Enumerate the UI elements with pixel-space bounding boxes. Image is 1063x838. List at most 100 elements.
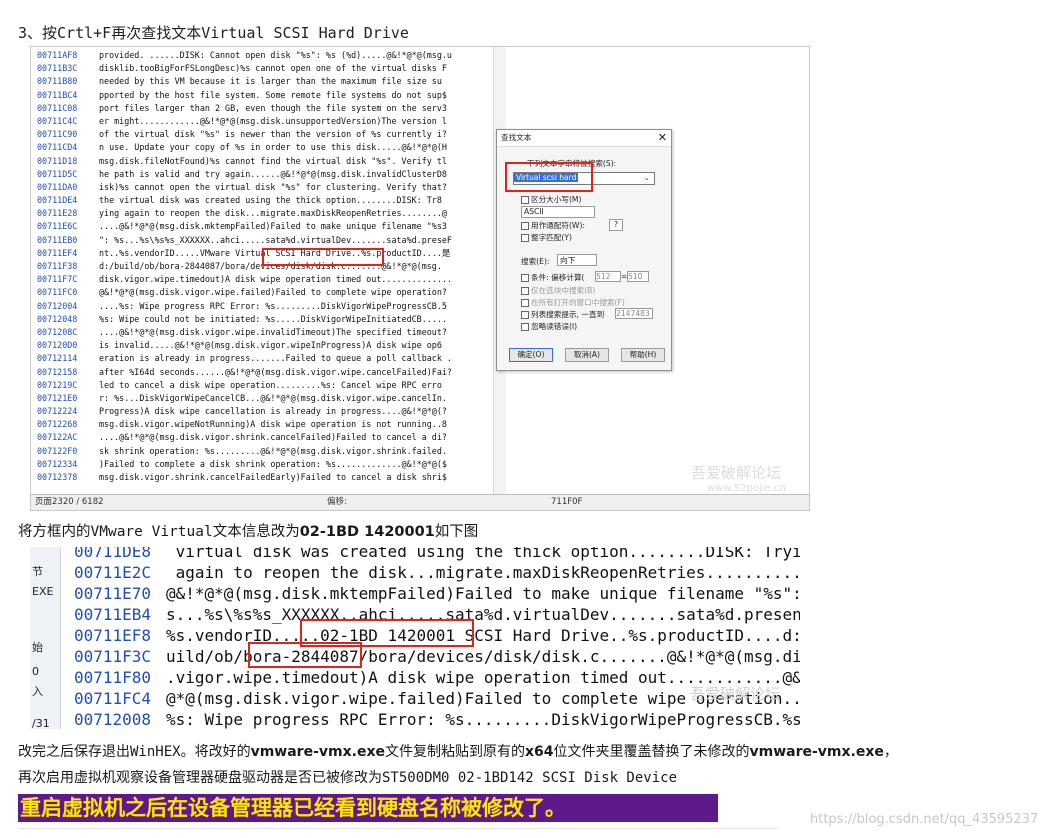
row-offset: 00711E6C bbox=[37, 221, 78, 232]
highlight-box-original bbox=[262, 248, 384, 266]
row-offset: 00711DE4 bbox=[37, 195, 78, 206]
row-text: %s: Wipe progress RPC Error: %s.........… bbox=[166, 710, 800, 729]
row-offset: 00712048 bbox=[37, 313, 78, 324]
row-offset: 00711F3C bbox=[74, 647, 152, 666]
status-page: 页面2320 / 6182 bbox=[35, 497, 104, 507]
row-offset: 00712378 bbox=[37, 472, 78, 482]
row-text: eration is already in progress.......Fai… bbox=[99, 353, 452, 364]
only-block-checkbox[interactable]: 仅在选块中搜索(B) bbox=[521, 285, 595, 296]
all-windows-checkbox[interactable]: 在所有打开的窗口中搜索(F) bbox=[521, 297, 625, 308]
row-text: msg.disk.vigor.shrink.cancelFailedEarly)… bbox=[99, 472, 447, 482]
ignore-read-errors-checkbox[interactable]: 忽略读错误(I) bbox=[521, 321, 577, 332]
row-offset: 00711FC0 bbox=[37, 287, 78, 298]
row-text: ": %s...%s\%s%s_XXXXXX..ahci.....sata%d.… bbox=[99, 234, 452, 245]
divider bbox=[18, 828, 778, 829]
condition-input-b[interactable]: 510 bbox=[627, 271, 649, 282]
row-text: led to cancel a disk wipe operation.....… bbox=[99, 379, 442, 390]
row-text: is invalid.....@&!*@*@(msg.disk.vigor.wi… bbox=[99, 340, 442, 351]
table-row: 00711B80 needed by this VM because it is … bbox=[31, 75, 501, 88]
table-row: 0071219C led to cancel a disk wipe operat… bbox=[31, 379, 501, 392]
row-offset: 00711F7C bbox=[37, 274, 78, 285]
row-offset: 00711E2C bbox=[74, 563, 152, 582]
table-row: 00711D5C he path is valid and try again..… bbox=[31, 168, 501, 181]
table-row: 00711E70 @&!*@*@(msg.disk.mktempFailed)Fa… bbox=[30, 583, 800, 604]
row-text: ....%s: Wipe progress RPC Error: %s.....… bbox=[99, 300, 447, 311]
whole-word-checkbox[interactable]: 整字匹配(Y) bbox=[521, 232, 572, 243]
table-row: 00712158 after %I64d seconds......@&!*@*@… bbox=[31, 366, 501, 379]
row-offset: 00712268 bbox=[37, 419, 78, 430]
table-row: 00711C90 of the virtual disk "%s" is newe… bbox=[31, 128, 501, 141]
table-row: 00711B3C disklib.tooBigForFSLongDesc)%s c… bbox=[31, 62, 501, 75]
help-button[interactable]: 帮助(H) bbox=[621, 348, 665, 362]
row-offset: 00711CD4 bbox=[37, 142, 78, 153]
row-offset: 00711D5C bbox=[37, 168, 78, 179]
row-offset: 00711EB0 bbox=[37, 234, 78, 245]
wildcard-checkbox[interactable]: 用作通配符(W): bbox=[521, 220, 585, 231]
table-row: 00712224 Progress)A disk wipe cancellatio… bbox=[31, 405, 501, 418]
row-text: )Failed to complete a disk shrink operat… bbox=[99, 458, 447, 469]
row-text: again to reopen the disk...migrate.maxDi… bbox=[166, 563, 800, 582]
search-direction-label: 搜索(E): bbox=[521, 257, 550, 266]
row-text: msg.disk.vigor.wipeNotRunning)A disk wip… bbox=[99, 419, 447, 430]
paragraph-replace-exe: 改完之后保存退出WinHEX。将改好的vmware-vmx.exe文件复制粘贴到… bbox=[18, 744, 898, 760]
row-text: s...%s\%s%s_XXXXXX..ahci.....sata%d.virt… bbox=[166, 605, 800, 624]
list-hits-input[interactable]: 2147483 bbox=[615, 308, 653, 319]
row-text: ....@&!*@*@(msg.disk.vigor.shrink.cancel… bbox=[99, 432, 447, 443]
table-row: 00711AF8 provided. ......DISK: Cannot ope… bbox=[31, 49, 501, 62]
row-offset: 00711E70 bbox=[74, 584, 152, 603]
row-offset: 00711AF8 bbox=[37, 50, 78, 60]
highlight-box-build bbox=[248, 642, 362, 668]
step-heading: 3、按Crtl+F再次查找文本Virtual SCSI Hard Drive bbox=[18, 24, 409, 42]
row-text: Progress)A disk wipe cancellation is alr… bbox=[99, 406, 447, 417]
condition-checkbox[interactable]: 条件: 偏移计算( bbox=[521, 272, 585, 283]
list-hits-checkbox[interactable]: 列表搜索提示, 一直到 bbox=[521, 309, 604, 320]
row-offset: 00711DE8 bbox=[74, 547, 152, 561]
row-text: after %I64d seconds......@&!*@*@(msg.dis… bbox=[99, 366, 452, 377]
row-offset: 00711B3C bbox=[37, 63, 78, 74]
row-text: port files larger than 2 GB, even though… bbox=[99, 102, 447, 113]
row-offset: 007122AC bbox=[37, 432, 78, 443]
direction-select[interactable]: 向下 bbox=[557, 254, 597, 266]
table-row: 00712268 msg.disk.vigor.wipeNotRunning)A … bbox=[31, 418, 501, 431]
row-text: ying again to reopen the disk...migrate.… bbox=[99, 208, 447, 219]
row-offset: 00711EB4 bbox=[74, 605, 152, 624]
status-offset-label: 偏移: bbox=[327, 497, 347, 507]
close-icon[interactable]: ✕ bbox=[658, 131, 667, 144]
row-offset: 00711FC4 bbox=[74, 689, 152, 708]
paragraph-check-device: 再次启用虚拟机观察设备管理器硬盘驱动器是否已被修改为ST500DM0 02-1B… bbox=[18, 770, 678, 786]
row-text: needed by this VM because it is larger t… bbox=[99, 76, 442, 87]
row-text: @&!*@*@(msg.disk.mktempFailed)Failed to … bbox=[166, 584, 800, 603]
row-offset: 00711DA0 bbox=[37, 181, 78, 192]
ok-button[interactable]: 确定(O) bbox=[509, 348, 553, 362]
status-offset: 711F0F bbox=[551, 497, 583, 507]
wildcard-input[interactable]: ? bbox=[609, 219, 623, 231]
watermark-url: www.52pojie.cn bbox=[707, 483, 786, 494]
table-row: 00711BC4 pported by the host file system.… bbox=[31, 89, 501, 102]
table-row: 00711F3C uild/ob/bora-2844087/bora/device… bbox=[30, 646, 800, 667]
row-text: the virtual disk was created using the t… bbox=[99, 195, 442, 206]
row-offset: 00711D18 bbox=[37, 155, 78, 166]
row-offset: 00711C90 bbox=[37, 129, 78, 140]
row-text: ....@&!*@*@(msg.disk.mktempFailed)Failed… bbox=[99, 221, 447, 232]
table-row: 00711DE8 virtual disk was created using … bbox=[30, 547, 800, 562]
table-row: 00712334)Failed to complete a disk shrin… bbox=[31, 458, 501, 471]
chevron-down-icon[interactable]: ⌄ bbox=[642, 173, 652, 182]
row-text: sk shrink operation: %s.........@&!*@*@(… bbox=[99, 445, 447, 456]
watermark-cn-2: 吾爱破解论坛 bbox=[690, 685, 781, 703]
table-row: 00711F7C disk.vigor.wipe.timedout)A disk … bbox=[31, 273, 501, 286]
table-row: 007122F0 sk shrink operation: %s.........… bbox=[31, 445, 501, 458]
encoding-select[interactable]: ASCII bbox=[521, 206, 595, 218]
table-row: 007122AC ....@&!*@*@(msg.disk.vigor.shrin… bbox=[31, 431, 501, 444]
case-sensitive-checkbox[interactable]: 区分大小写(M) bbox=[521, 194, 581, 205]
row-offset: 00712114 bbox=[37, 353, 78, 364]
watermark-cn: 吾爱破解论坛 bbox=[691, 464, 782, 482]
condition-input-a[interactable]: 512 bbox=[595, 271, 621, 282]
table-row: 00711DA0 isk)%s cannot open the virtual d… bbox=[31, 181, 501, 194]
table-row: 00712008 %s: Wipe progress RPC Error: %s.… bbox=[30, 709, 800, 729]
table-row: 00712004 ....%s: Wipe progress RPC Error:… bbox=[31, 300, 501, 313]
table-row: 007120D0 is invalid.....@&!*@*@(msg.disk… bbox=[31, 339, 501, 352]
table-row: 00711C4C er might............@&!*@*@(msg.… bbox=[31, 115, 501, 128]
row-offset: 00712008 bbox=[74, 710, 152, 729]
row-offset: 00711EF4 bbox=[37, 247, 78, 258]
cancel-button[interactable]: 取消(A) bbox=[565, 348, 609, 362]
